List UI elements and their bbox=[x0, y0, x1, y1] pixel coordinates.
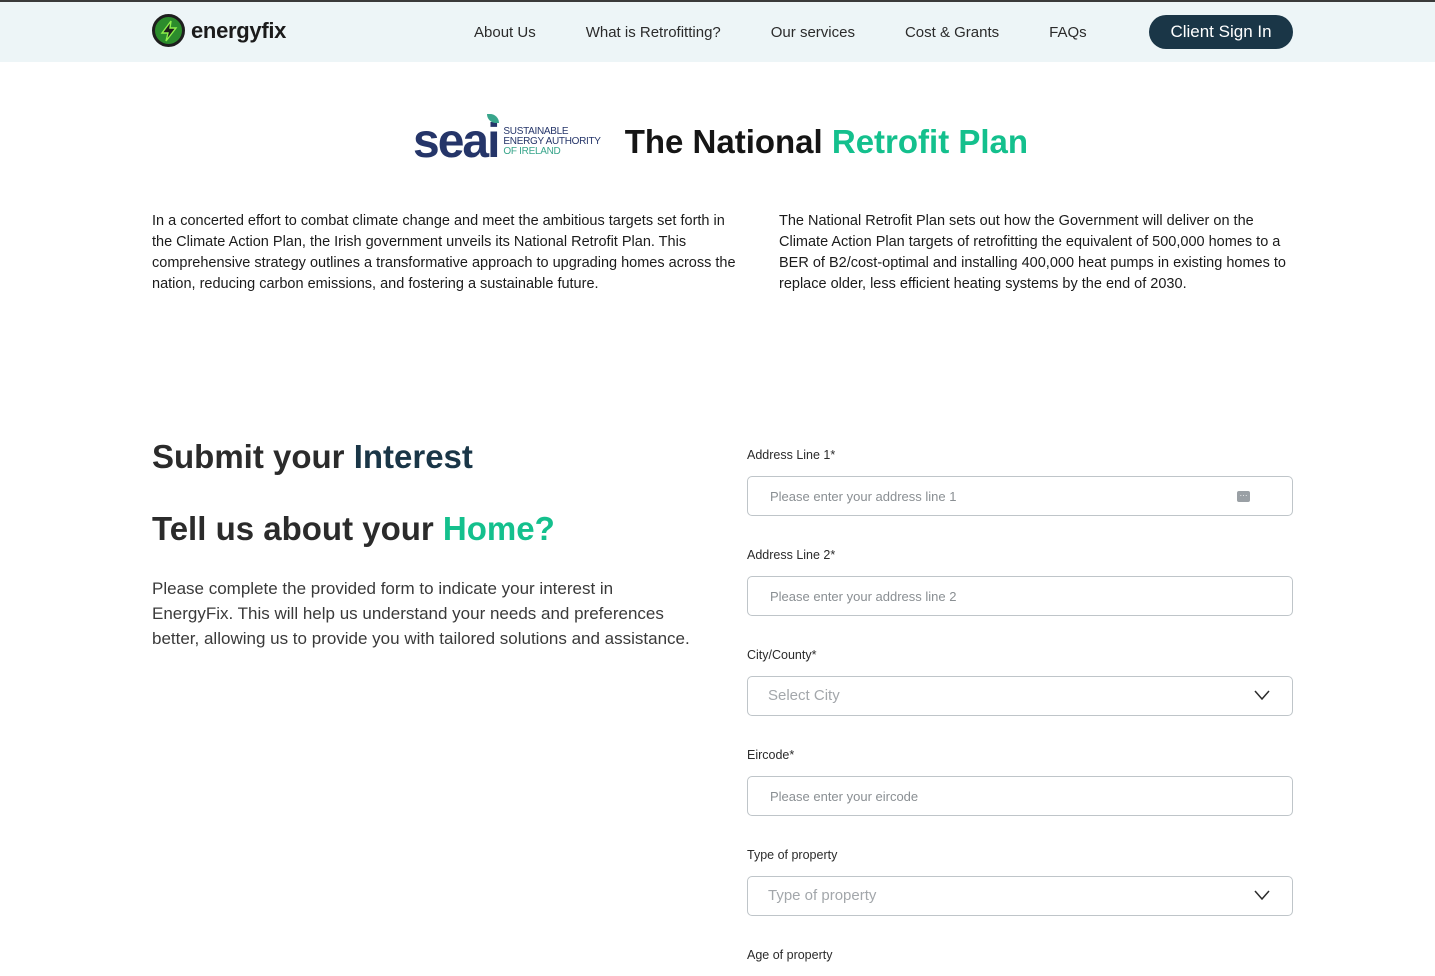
eircode-input[interactable] bbox=[748, 777, 1292, 815]
chevron-down-icon bbox=[1254, 690, 1270, 701]
seai-logo: seai SUSTAINABLE ENERGY AUTHORITY OF IRE… bbox=[413, 114, 601, 168]
brand-name: energyfix bbox=[191, 17, 287, 43]
form-description: Please complete the provided form to ind… bbox=[152, 579, 690, 648]
interest-form: Address Line 1* ··· Address Line 2* City… bbox=[747, 446, 1293, 976]
address-line-2-input[interactable] bbox=[748, 577, 1292, 615]
nav-our-services[interactable]: Our services bbox=[771, 24, 855, 41]
property-type-label: Type of property bbox=[747, 848, 838, 862]
submit-interest-heading: Submit your Interest bbox=[152, 438, 473, 475]
property-type-select-value: Type of property bbox=[768, 887, 877, 904]
page-title: The National Retrofit Plan bbox=[624, 123, 1029, 160]
eircode-field bbox=[747, 776, 1293, 816]
retrofit-plan-heading: seai SUSTAINABLE ENERGY AUTHORITY OF IRE… bbox=[413, 114, 1028, 170]
seai-logo-subtitle: SUSTAINABLE ENERGY AUTHORITY OF IRELAND bbox=[503, 126, 601, 157]
chevron-down-icon bbox=[1254, 890, 1270, 901]
intro-paragraph-right: The National Retrofit Plan sets out how … bbox=[779, 213, 1286, 292]
intro-paragraph-left: In a concerted effort to combat climate … bbox=[152, 213, 736, 292]
brand-logo[interactable]: energyfix bbox=[152, 14, 286, 47]
address-line-1-input[interactable] bbox=[748, 477, 1292, 515]
lightning-bolt-icon bbox=[152, 14, 185, 47]
city-select[interactable]: Select City bbox=[747, 676, 1293, 716]
city-select-value: Select City bbox=[768, 687, 840, 704]
property-age-label: Age of property bbox=[747, 948, 833, 962]
nav-cost-grants[interactable]: Cost & Grants bbox=[905, 24, 999, 41]
site-header: energyfix About Us What is Retrofitting?… bbox=[0, 2, 1435, 62]
main-nav: About Us What is Retrofitting? Our servi… bbox=[474, 2, 1137, 62]
home-heading: Tell us about your Home? bbox=[152, 510, 555, 547]
seai-logo-word: seai bbox=[413, 114, 500, 168]
nav-what-is-retrofitting[interactable]: What is Retrofitting? bbox=[586, 24, 721, 41]
address-line-2-field bbox=[747, 576, 1293, 616]
nav-about-us[interactable]: About Us bbox=[474, 24, 536, 41]
autofill-icon[interactable]: ··· bbox=[1237, 491, 1250, 502]
nav-faqs[interactable]: FAQs bbox=[1049, 24, 1087, 41]
address-line-2-label: Address Line 2* bbox=[747, 548, 836, 562]
city-county-label: City/County* bbox=[747, 648, 817, 662]
eircode-label: Eircode* bbox=[747, 748, 795, 762]
client-sign-in-button[interactable]: Client Sign In bbox=[1149, 15, 1293, 49]
address-line-1-field: ··· bbox=[747, 476, 1293, 516]
property-type-select[interactable]: Type of property bbox=[747, 876, 1293, 916]
address-line-1-label: Address Line 1* bbox=[747, 448, 836, 462]
